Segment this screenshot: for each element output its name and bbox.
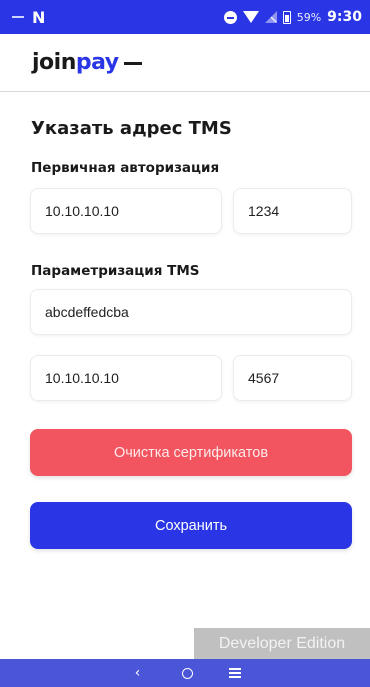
clock: 9:30 (327, 9, 362, 25)
tms-param-port-value: 4567 (248, 370, 280, 386)
primary-auth-port-value: 1234 (248, 203, 280, 219)
battery-icon (282, 10, 291, 24)
tms-param-host-value: 10.10.10.10 (45, 370, 119, 386)
app-header: join pay (0, 34, 370, 92)
logo-text-join: join (32, 50, 76, 75)
tms-param-host-field[interactable]: 10.10.10.10 (30, 355, 222, 401)
primary-auth-port-field[interactable]: 1234 (233, 188, 352, 234)
clear-certificates-label: Очистка сертификатов (113, 444, 269, 461)
battery-percent: 59% (296, 10, 322, 24)
tms-param-port-field[interactable]: 4567 (233, 355, 352, 401)
page-title: Указать адрес TMS (31, 118, 232, 139)
n-notification-icon: N (32, 7, 45, 27)
do-not-disturb-icon (223, 10, 237, 24)
primary-auth-host-field[interactable]: 10.10.10.10 (30, 188, 222, 234)
joinpay-logo: join pay (32, 50, 142, 75)
tms-param-label: Параметризация TMS (31, 263, 200, 279)
clear-certificates-button[interactable]: Очистка сертификатов (30, 429, 352, 476)
dash-icon (12, 16, 24, 18)
save-button-label: Сохранить (154, 517, 228, 534)
primary-auth-host-value: 10.10.10.10 (45, 203, 119, 219)
logo-text-pay: pay (75, 50, 119, 75)
status-bar-left: N (12, 7, 45, 27)
primary-auth-label: Первичная авторизация (31, 160, 220, 176)
wifi-icon (242, 11, 259, 23)
developer-edition-watermark: Developer Edition (194, 628, 370, 659)
status-bar-right: 59% 9:30 (223, 9, 362, 25)
tms-param-id-field[interactable]: abcdeffedcba (30, 289, 352, 335)
home-icon[interactable] (181, 667, 193, 679)
status-bar: N 59% 9:30 (0, 0, 370, 34)
tms-param-id-value: abcdeffedcba (45, 304, 129, 320)
back-icon[interactable]: ‹ (130, 665, 146, 681)
no-signal-icon (264, 11, 277, 23)
system-nav-bar: ‹ (0, 659, 370, 687)
save-button[interactable]: Сохранить (30, 502, 352, 549)
menu-icon[interactable] (228, 668, 241, 678)
logo-dash (123, 62, 142, 65)
